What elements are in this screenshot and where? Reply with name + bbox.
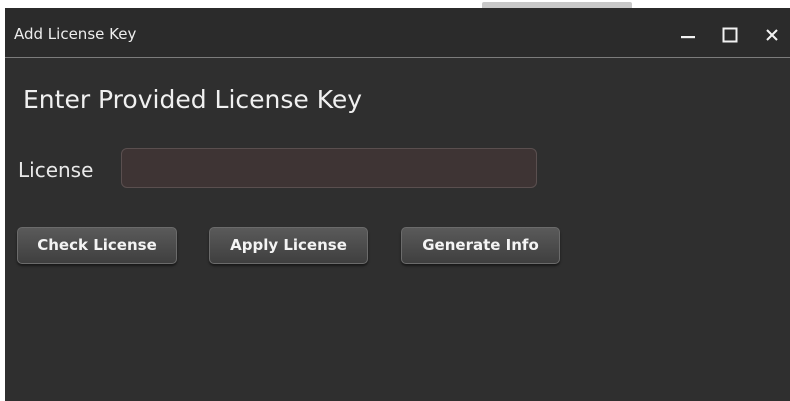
minimize-icon	[680, 27, 696, 43]
add-license-key-window: Add License Key Enter Provided License K…	[5, 8, 790, 401]
title-bar[interactable]: Add License Key	[5, 8, 790, 58]
maximize-button[interactable]	[715, 21, 745, 49]
window-title: Add License Key	[14, 25, 137, 43]
maximize-icon	[722, 27, 738, 43]
apply-license-button[interactable]: Apply License	[209, 227, 368, 264]
background-strip	[0, 0, 790, 12]
close-button[interactable]	[757, 21, 787, 49]
page-heading: Enter Provided License Key	[23, 85, 363, 114]
license-label: License	[18, 158, 94, 182]
minimize-button[interactable]	[673, 21, 703, 49]
check-license-button[interactable]: Check License	[17, 227, 177, 264]
close-icon	[765, 28, 779, 42]
generate-info-button[interactable]: Generate Info	[401, 227, 560, 264]
license-input[interactable]	[121, 148, 537, 188]
